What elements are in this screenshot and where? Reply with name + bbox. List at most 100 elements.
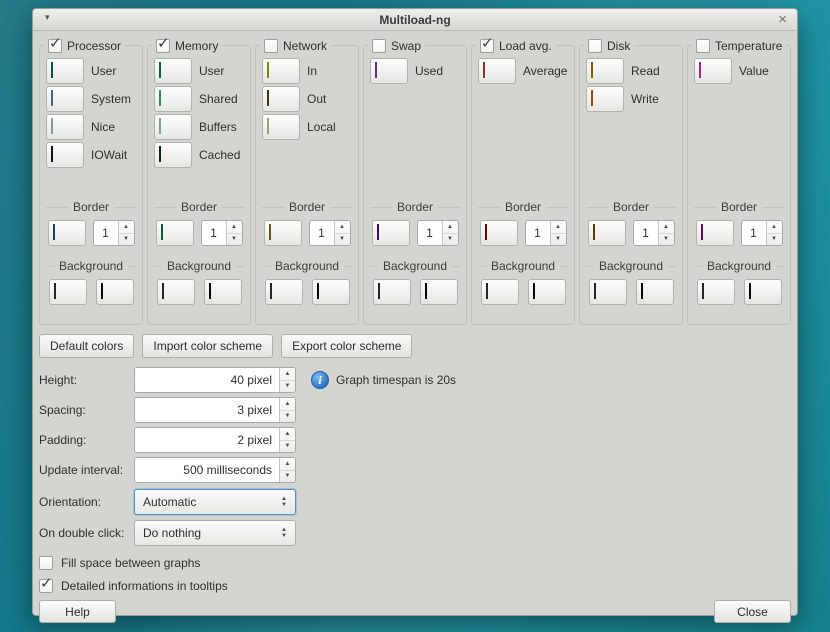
default-colors-button[interactable]: Default colors bbox=[39, 334, 135, 358]
spin-up-icon[interactable]: ▲ bbox=[280, 368, 295, 381]
padding-spinner[interactable]: 2 pixel ▲ ▼ bbox=[134, 427, 296, 453]
panel-temperature-header: Temperature bbox=[692, 37, 787, 54]
background-section-label: Background bbox=[370, 259, 460, 273]
color-button-cached[interactable] bbox=[154, 142, 192, 168]
border-color-button[interactable] bbox=[263, 220, 302, 246]
color-button-value[interactable] bbox=[694, 58, 732, 84]
spin-up-icon[interactable]: ▲ bbox=[334, 221, 350, 234]
spin-down-icon[interactable]: ▼ bbox=[227, 234, 242, 246]
color-button-nice[interactable] bbox=[46, 114, 84, 140]
background-color2-button[interactable] bbox=[419, 279, 458, 305]
border-width-spinner[interactable]: 1 ▲ ▼ bbox=[632, 220, 675, 246]
background-color1-button[interactable] bbox=[588, 279, 627, 305]
background-color1-button[interactable] bbox=[480, 279, 519, 305]
background-color1-button[interactable] bbox=[156, 279, 195, 305]
height-label: Height: bbox=[39, 373, 78, 387]
help-button[interactable]: Help bbox=[39, 600, 116, 623]
border-color-button[interactable] bbox=[479, 220, 518, 246]
color-label: Value bbox=[739, 64, 769, 78]
spin-up-icon[interactable]: ▲ bbox=[280, 458, 295, 471]
border-color-button[interactable] bbox=[47, 220, 86, 246]
panel-processor-header: ✓ Processor bbox=[44, 35, 126, 54]
border-width-spinner[interactable]: 1 ▲ ▼ bbox=[416, 220, 459, 246]
background-color2-button[interactable] bbox=[203, 279, 242, 305]
spin-up-icon[interactable]: ▲ bbox=[550, 221, 566, 234]
border-color-button[interactable] bbox=[155, 220, 194, 246]
color-button-user[interactable] bbox=[154, 58, 192, 84]
border-color-button[interactable] bbox=[695, 220, 734, 246]
spin-down-icon[interactable]: ▼ bbox=[551, 234, 566, 246]
color-button-in[interactable] bbox=[262, 58, 300, 84]
color-button-user[interactable] bbox=[46, 58, 84, 84]
color-list: Average bbox=[476, 58, 570, 200]
spin-down-icon[interactable]: ▼ bbox=[659, 234, 674, 246]
export-color-scheme-button[interactable]: Export color scheme bbox=[281, 334, 413, 358]
spin-down-icon[interactable]: ▼ bbox=[443, 234, 458, 246]
multiload-settings-window: ▾ Multiload-ng × ✓ Processor User System… bbox=[32, 8, 798, 623]
background-color2-button[interactable] bbox=[743, 279, 782, 305]
background-color2-button[interactable] bbox=[527, 279, 566, 305]
background-color1-button[interactable] bbox=[372, 279, 411, 305]
update-interval-spinner[interactable]: 500 milliseconds ▲ ▼ bbox=[134, 457, 296, 483]
spin-down-icon[interactable]: ▼ bbox=[335, 234, 350, 246]
border-color-button[interactable] bbox=[587, 220, 626, 246]
height-spinner[interactable]: 40 pixel ▲ ▼ bbox=[134, 367, 296, 393]
spin-up-icon[interactable]: ▲ bbox=[766, 221, 782, 234]
color-button-out[interactable] bbox=[262, 86, 300, 112]
loadavg-enable-checkbox[interactable]: ✓ bbox=[480, 35, 494, 53]
spin-up-icon[interactable]: ▲ bbox=[226, 221, 242, 234]
spin-down-icon[interactable]: ▼ bbox=[119, 234, 134, 246]
color-button-shared[interactable] bbox=[154, 86, 192, 112]
color-button-local[interactable] bbox=[262, 114, 300, 140]
border-width-spinner[interactable]: 1 ▲ ▼ bbox=[524, 220, 567, 246]
fill-space-option[interactable]: Fill space between graphs bbox=[39, 555, 791, 571]
disk-enable-checkbox[interactable] bbox=[588, 38, 602, 53]
swap-enable-checkbox[interactable] bbox=[372, 38, 386, 53]
background-color1-button[interactable] bbox=[696, 279, 735, 305]
orientation-select[interactable]: Automatic ▲ ▼ bbox=[134, 489, 296, 515]
processor-enable-checkbox[interactable]: ✓ bbox=[48, 35, 62, 53]
color-button-buffers[interactable] bbox=[154, 114, 192, 140]
border-width-spinner[interactable]: 1 ▲ ▼ bbox=[200, 220, 243, 246]
spin-down-icon[interactable]: ▼ bbox=[767, 234, 782, 246]
panel-disk: Disk Read Write Border 1 ▲ ▼ Background bbox=[579, 37, 683, 325]
border-section-label: Border bbox=[262, 200, 352, 214]
spin-down-icon[interactable]: ▼ bbox=[280, 411, 295, 423]
border-width-spinner[interactable]: 1 ▲ ▼ bbox=[740, 220, 783, 246]
double-click-select[interactable]: Do nothing ▲ ▼ bbox=[134, 520, 296, 546]
background-color2-button[interactable] bbox=[311, 279, 350, 305]
color-button-read[interactable] bbox=[586, 58, 624, 84]
background-color2-button[interactable] bbox=[635, 279, 674, 305]
close-icon[interactable]: × bbox=[778, 10, 787, 30]
spacing-spinner[interactable]: 3 pixel ▲ ▼ bbox=[134, 397, 296, 423]
background-color1-button[interactable] bbox=[48, 279, 87, 305]
spin-up-icon[interactable]: ▲ bbox=[442, 221, 458, 234]
color-button-iowait[interactable] bbox=[46, 142, 84, 168]
border-color-button[interactable] bbox=[371, 220, 410, 246]
memory-enable-checkbox[interactable]: ✓ bbox=[156, 35, 170, 53]
color-button-used[interactable] bbox=[370, 58, 408, 84]
background-color2-button[interactable] bbox=[95, 279, 134, 305]
spin-down-icon[interactable]: ▼ bbox=[280, 471, 295, 483]
spin-down-icon[interactable]: ▼ bbox=[280, 381, 295, 393]
padding-row: Padding: 2 pixel ▲ ▼ bbox=[39, 427, 791, 453]
spin-up-icon[interactable]: ▲ bbox=[280, 398, 295, 411]
border-width-spinner[interactable]: 1 ▲ ▼ bbox=[92, 220, 135, 246]
spin-down-icon[interactable]: ▼ bbox=[280, 441, 295, 453]
background-color1-button[interactable] bbox=[264, 279, 303, 305]
color-button-average[interactable] bbox=[478, 58, 516, 84]
import-color-scheme-button[interactable]: Import color scheme bbox=[142, 334, 274, 358]
color-button-write[interactable] bbox=[586, 86, 624, 112]
spin-up-icon[interactable]: ▲ bbox=[280, 428, 295, 441]
detailed-tooltips-option[interactable]: ✓ Detailed informations in tooltips bbox=[39, 575, 791, 594]
close-button[interactable]: Close bbox=[714, 600, 791, 623]
temperature-enable-checkbox[interactable] bbox=[696, 38, 710, 53]
panel-label: Temperature bbox=[715, 38, 783, 53]
color-button-system[interactable] bbox=[46, 86, 84, 112]
fill-space-checkbox[interactable] bbox=[39, 556, 53, 570]
network-enable-checkbox[interactable] bbox=[264, 38, 278, 53]
border-width-spinner[interactable]: 1 ▲ ▼ bbox=[308, 220, 351, 246]
detailed-tooltips-checkbox[interactable]: ✓ bbox=[39, 575, 53, 593]
spin-up-icon[interactable]: ▲ bbox=[118, 221, 134, 234]
spin-up-icon[interactable]: ▲ bbox=[658, 221, 674, 234]
